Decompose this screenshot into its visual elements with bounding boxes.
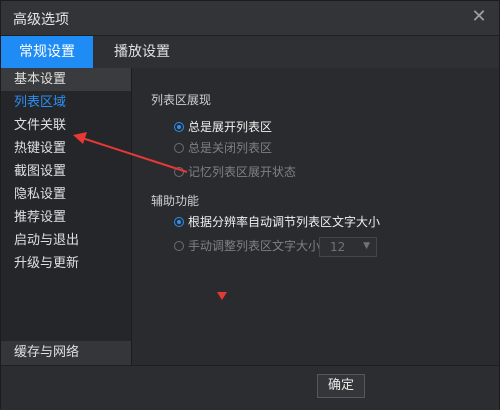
sidebar-item-screenshot[interactable]: 截图设置: [1, 160, 131, 183]
radio-option-always-expand[interactable]: 总是展开列表区: [174, 118, 272, 136]
radio-option-auto-font-size[interactable]: 根据分辨率自动调节列表区文字大小: [174, 213, 380, 231]
ok-button[interactable]: 确定: [317, 374, 365, 398]
title-bar: 高级选项 ✕: [1, 1, 499, 36]
chevron-down-icon: ▼: [363, 241, 370, 251]
sidebar-item-update[interactable]: 升级与更新: [1, 252, 131, 275]
radio-icon: [174, 122, 184, 132]
radio-option-manual-font-size[interactable]: 手动调整列表区文字大小: [174, 237, 320, 255]
sidebar: 基本设置 列表区域 文件关联 热键设置 截图设置 隐私设置 推荐设置 启动与退出…: [1, 68, 132, 365]
dialog-footer: [1, 365, 499, 409]
radio-option-always-close[interactable]: 总是关闭列表区: [174, 139, 272, 157]
sidebar-item-basic[interactable]: 基本设置: [1, 68, 131, 91]
section-title-list-display: 列表区展现: [151, 93, 212, 107]
radio-icon: [174, 167, 184, 177]
radio-icon: [174, 241, 184, 251]
tab-general-settings[interactable]: 常规设置: [1, 36, 93, 68]
dialog-title: 高级选项: [13, 12, 69, 28]
radio-icon: [174, 143, 184, 153]
sidebar-item-recommend[interactable]: 推荐设置: [1, 206, 131, 229]
sidebar-item-file-association[interactable]: 文件关联: [1, 114, 131, 137]
section-title-assist: 辅助功能: [151, 194, 200, 208]
sidebar-item-hotkeys[interactable]: 热键设置: [1, 137, 131, 160]
radio-icon: [174, 217, 184, 227]
advanced-options-dialog: 高级选项 ✕ 常规设置 播放设置 基本设置 列表区域 文件关联 热键设置 截图设…: [0, 0, 500, 409]
tab-bar: 常规设置 播放设置: [1, 36, 499, 68]
sidebar-item-startup-exit[interactable]: 启动与退出: [1, 229, 131, 252]
settings-content: 列表区展现 总是展开列表区 总是关闭列表区 记忆列表区展开状态 辅助功能 根据分…: [132, 68, 499, 365]
font-size-value: 12: [330, 240, 346, 254]
sidebar-item-privacy[interactable]: 隐私设置: [1, 183, 131, 206]
font-size-select[interactable]: 12 ▼: [319, 237, 377, 257]
tab-playback-settings[interactable]: 播放设置: [103, 36, 181, 68]
sidebar-item-cache-network[interactable]: 缓存与网络: [1, 341, 131, 365]
radio-option-remember-state[interactable]: 记忆列表区展开状态: [174, 163, 296, 181]
sidebar-item-list-area[interactable]: 列表区域: [1, 91, 131, 114]
close-icon[interactable]: ✕: [469, 7, 489, 27]
